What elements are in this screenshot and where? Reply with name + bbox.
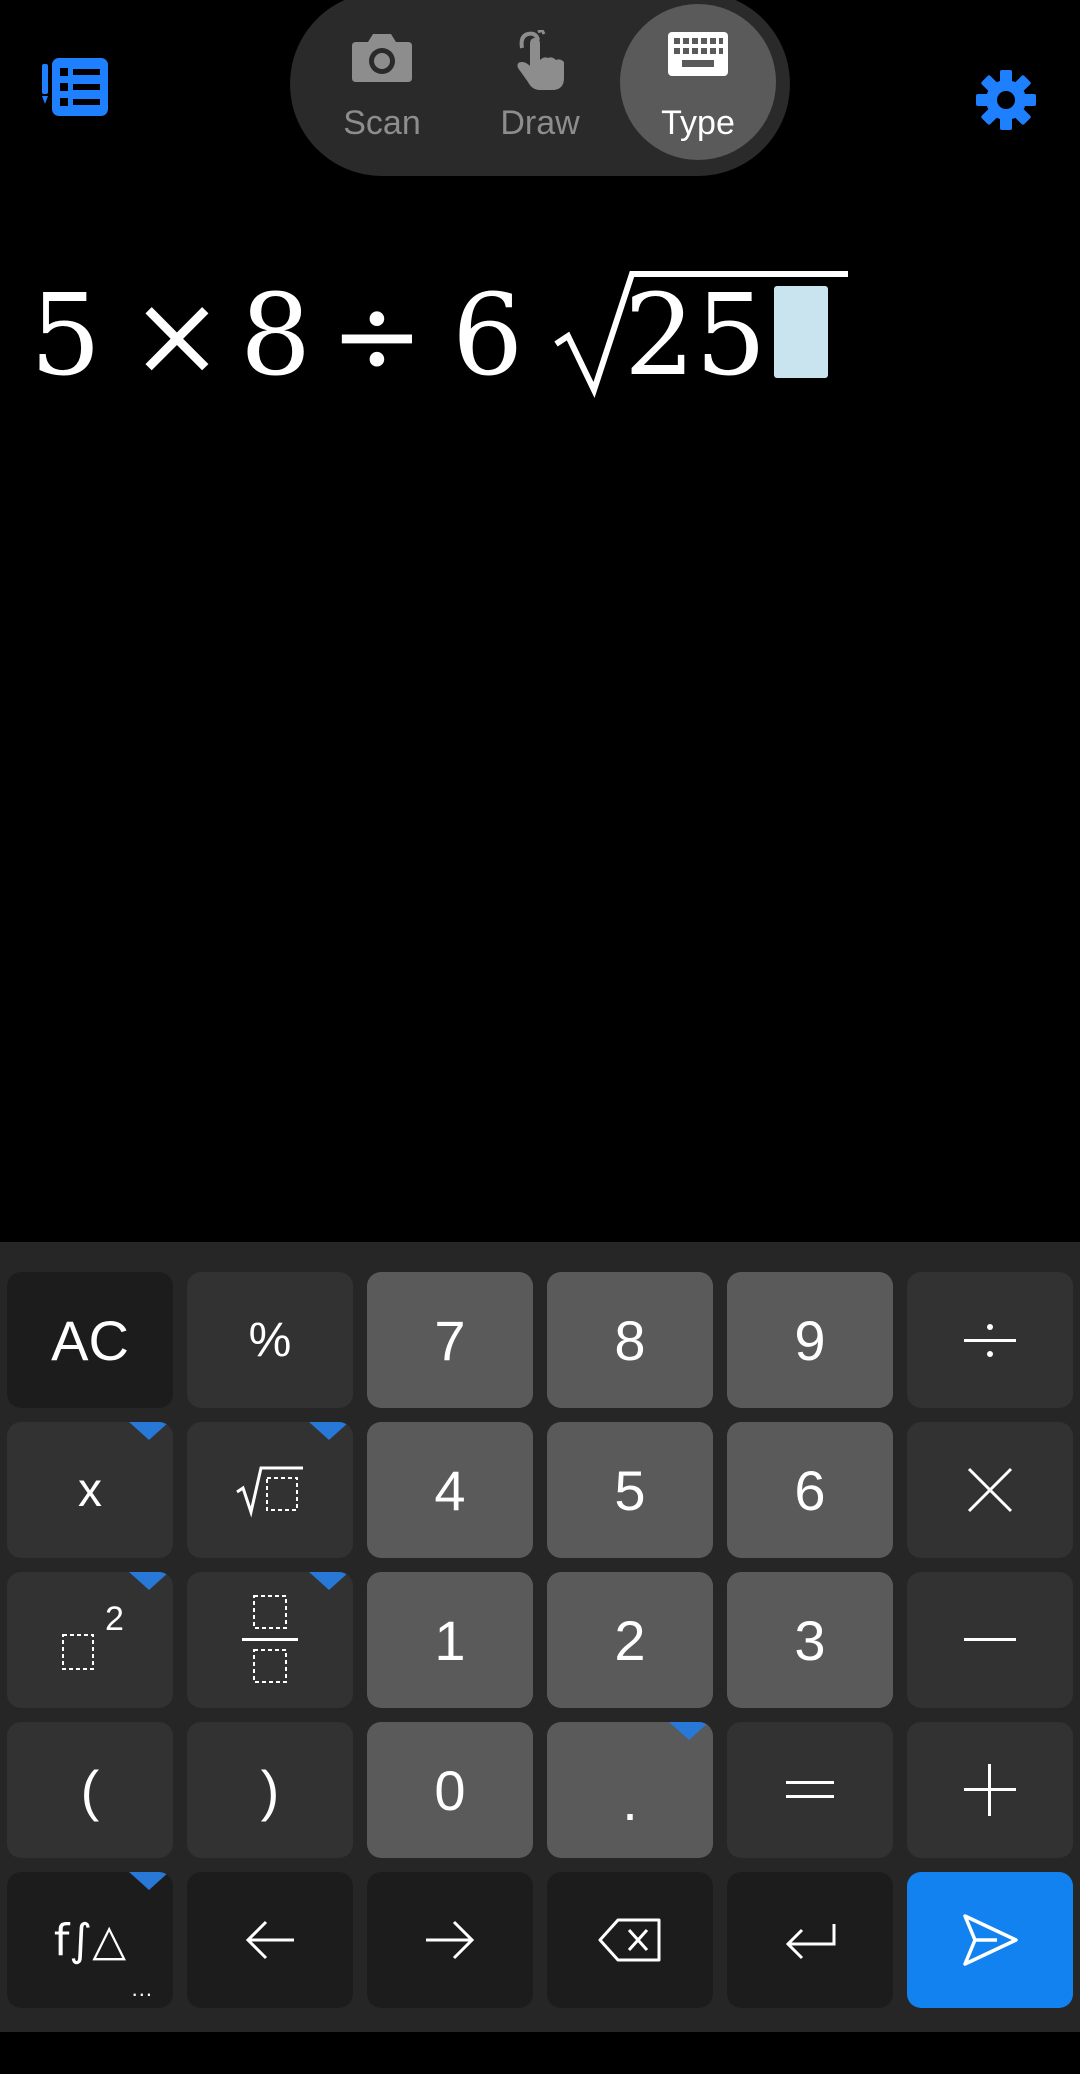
cursor-right-button[interactable] xyxy=(367,1872,533,2008)
sqrt-box-icon xyxy=(236,1466,303,1518)
fraction-icon xyxy=(242,1595,298,1683)
tab-scan[interactable]: Scan xyxy=(304,4,460,160)
more-options-indicator xyxy=(129,1422,169,1440)
key-label: 1 xyxy=(434,1608,466,1672)
left-paren-button[interactable]: ( xyxy=(7,1722,173,1858)
key-label: 8 xyxy=(614,1308,646,1372)
more-options-indicator xyxy=(669,1722,709,1740)
digit-6-button[interactable]: 6 xyxy=(727,1422,893,1558)
backspace-icon xyxy=(598,1918,661,1962)
key-label: ) xyxy=(260,1758,280,1822)
tab-draw-label: Draw xyxy=(500,104,580,142)
expr-token: × xyxy=(130,271,224,401)
expr-token: ÷ xyxy=(330,271,424,401)
camera-icon xyxy=(350,30,414,89)
expr-token: 8 xyxy=(240,271,312,401)
key-label: AC xyxy=(51,1308,129,1372)
expr-token: 5 xyxy=(30,271,102,401)
square-root-button[interactable] xyxy=(187,1422,353,1558)
key-label: 9 xyxy=(794,1308,826,1372)
history-button[interactable] xyxy=(42,58,108,116)
enter-button[interactable] xyxy=(727,1872,893,2008)
cursor-left-button[interactable] xyxy=(187,1872,353,2008)
key-label: % xyxy=(248,1313,292,1367)
send-icon xyxy=(963,1914,1018,1966)
multiply-button[interactable] xyxy=(907,1422,1073,1558)
digit-3-button[interactable]: 3 xyxy=(727,1572,893,1708)
expression-display[interactable]: 5 × 8 ÷ 6 25 xyxy=(30,250,1030,400)
key-label: 3 xyxy=(794,1608,826,1672)
key-label: 7 xyxy=(434,1308,466,1372)
fraction-button[interactable] xyxy=(187,1572,353,1708)
tab-draw[interactable]: Draw xyxy=(462,4,618,160)
variable-x-button[interactable]: x xyxy=(7,1422,173,1558)
key-label: x xyxy=(78,1463,102,1517)
history-list-icon xyxy=(42,58,108,116)
tab-scan-label: Scan xyxy=(343,104,421,142)
more-options-indicator xyxy=(309,1422,349,1440)
key-label: 5 xyxy=(614,1458,646,1522)
more-options-indicator xyxy=(129,1572,169,1590)
divide-button[interactable] xyxy=(907,1272,1073,1408)
key-label: ( xyxy=(80,1758,100,1822)
tab-type[interactable]: Type xyxy=(620,4,776,160)
digit-9-button[interactable]: 9 xyxy=(727,1272,893,1408)
mode-switcher: Scan Draw Type xyxy=(290,0,790,176)
equals-icon xyxy=(786,1781,834,1798)
minus-icon xyxy=(964,1638,1016,1641)
radicand: 25 xyxy=(624,271,767,401)
key-label: 2 xyxy=(614,1608,646,1672)
enter-icon xyxy=(785,1924,836,1960)
math-keypad: AC % 7 8 9 x 4 5 6 2 1 2 3 ( ) 0 . f∫△ .… xyxy=(0,1242,1080,2032)
key-label: . xyxy=(622,1768,638,1832)
power-button[interactable]: 2 xyxy=(7,1572,173,1708)
submit-button[interactable] xyxy=(907,1872,1073,2008)
functions-menu-button[interactable]: f∫△ ... xyxy=(7,1872,173,2008)
key-label: 4 xyxy=(434,1458,466,1522)
right-paren-button[interactable]: ) xyxy=(187,1722,353,1858)
digit-1-button[interactable]: 1 xyxy=(367,1572,533,1708)
input-cursor xyxy=(774,286,828,378)
more-options-indicator xyxy=(309,1572,349,1590)
digit-0-button[interactable]: 0 xyxy=(367,1722,533,1858)
equals-button[interactable] xyxy=(727,1722,893,1858)
all-clear-button[interactable]: AC xyxy=(7,1272,173,1408)
digit-2-button[interactable]: 2 xyxy=(547,1572,713,1708)
decimal-point-button[interactable]: . xyxy=(547,1722,713,1858)
minus-button[interactable] xyxy=(907,1572,1073,1708)
more-options-indicator xyxy=(129,1872,169,1890)
digit-8-button[interactable]: 8 xyxy=(547,1272,713,1408)
digit-5-button[interactable]: 5 xyxy=(547,1422,713,1558)
multiply-icon xyxy=(967,1467,1013,1513)
power-exponent: 2 xyxy=(105,1600,124,1638)
digit-4-button[interactable]: 4 xyxy=(367,1422,533,1558)
plus-icon xyxy=(964,1764,1016,1816)
more-dots: ... xyxy=(131,1976,153,2001)
key-label: 6 xyxy=(794,1458,826,1522)
key-label: 0 xyxy=(434,1758,466,1822)
plus-button[interactable] xyxy=(907,1722,1073,1858)
key-label: f∫△ xyxy=(53,1914,127,1966)
gear-icon xyxy=(976,70,1036,130)
percent-button[interactable]: % xyxy=(187,1272,353,1408)
bottom-strip xyxy=(0,2032,1080,2074)
arrow-right-icon xyxy=(426,1920,475,1960)
keyboard-icon xyxy=(666,30,730,83)
hand-draw-icon xyxy=(508,27,572,97)
backspace-button[interactable] xyxy=(547,1872,713,2008)
expr-token: 6 xyxy=(452,271,524,401)
arrow-left-icon xyxy=(245,1920,294,1960)
tab-type-label: Type xyxy=(661,104,735,142)
top-bar: Scan Draw Type xyxy=(0,0,1080,180)
settings-button[interactable] xyxy=(974,68,1038,132)
digit-7-button[interactable]: 7 xyxy=(367,1272,533,1408)
divide-icon xyxy=(964,1324,1016,1357)
